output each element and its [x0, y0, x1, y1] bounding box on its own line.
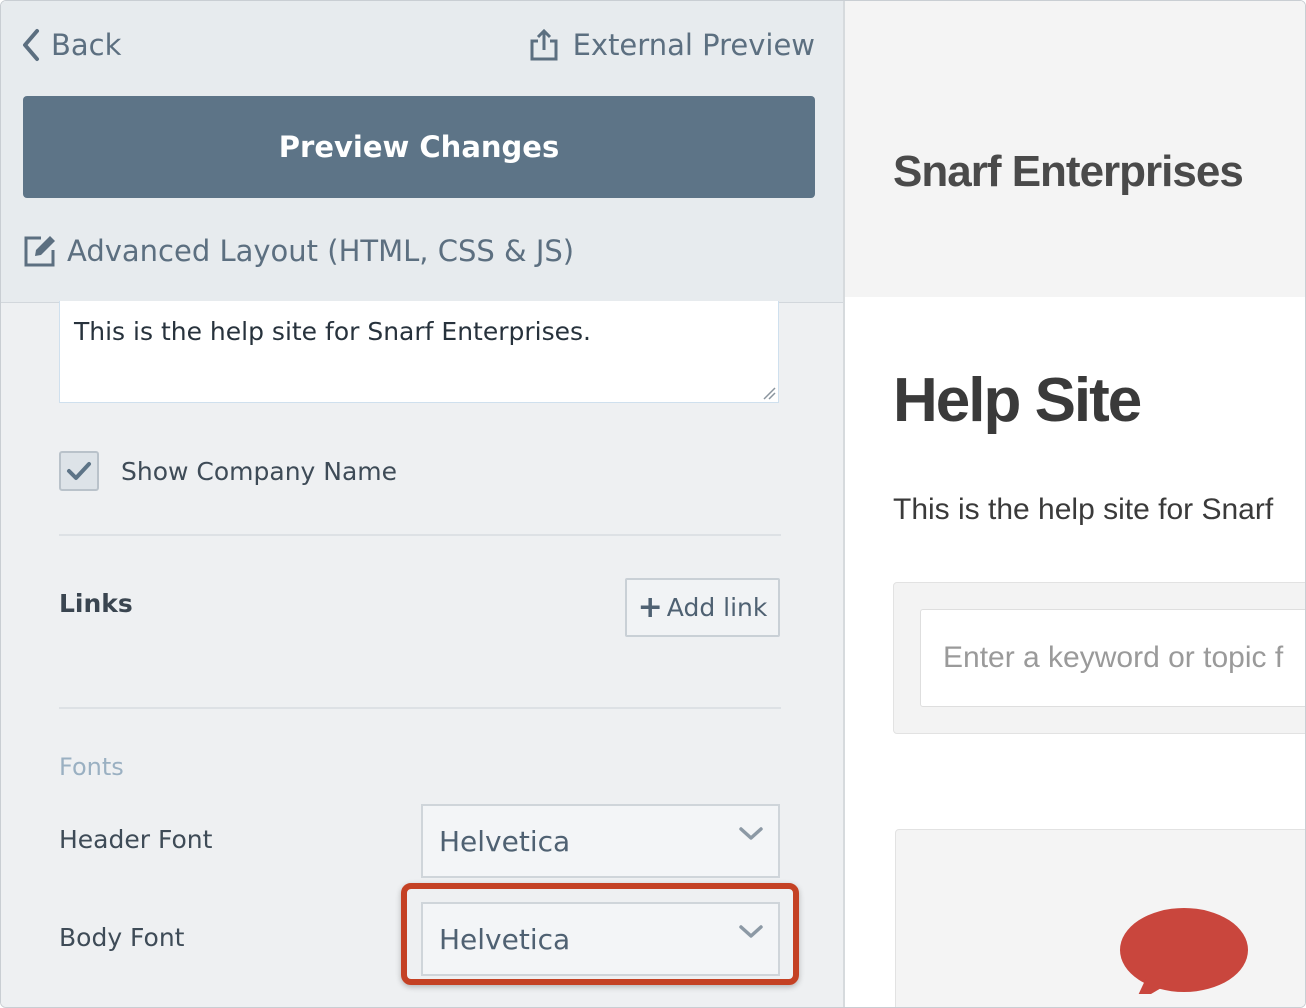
show-company-name-label: Show Company Name	[121, 456, 398, 486]
header-font-value: Helvetica	[439, 824, 571, 858]
resize-handle-icon[interactable]	[762, 386, 776, 400]
search-container: Enter a keyword or topic f	[893, 582, 1305, 734]
settings-toolbar: Back External Preview Preview Changes Ad…	[1, 1, 843, 303]
external-preview-button[interactable]: External Preview	[529, 23, 815, 67]
description-value: This is the help site for Snarf Enterpri…	[74, 317, 591, 346]
body-font-label: Body Font	[59, 923, 185, 952]
preview-header: Snarf Enterprises	[845, 1, 1305, 297]
description-textarea[interactable]: This is the help site for Snarf Enterpri…	[59, 301, 779, 403]
back-label: Back	[51, 28, 122, 62]
app-window: Back External Preview Preview Changes Ad…	[0, 0, 1306, 1008]
header-font-label: Header Font	[59, 825, 213, 854]
fonts-heading: Fonts	[59, 753, 124, 781]
share-icon	[530, 28, 558, 61]
add-link-button[interactable]: + Add link	[625, 578, 780, 637]
help-site-description: This is the help site for Snarf	[893, 493, 1274, 526]
checkmark-icon	[67, 462, 91, 480]
company-name: Snarf Enterprises	[893, 147, 1244, 196]
show-company-name-checkbox[interactable]	[59, 451, 99, 491]
add-link-label: Add link	[666, 593, 768, 622]
header-font-select[interactable]: Helvetica	[421, 804, 780, 878]
category-card[interactable]	[895, 829, 1305, 1007]
speech-bubble-icon	[1120, 908, 1248, 994]
divider	[59, 534, 781, 536]
advanced-layout-label: Advanced Layout (HTML, CSS & JS)	[67, 234, 575, 268]
divider	[59, 707, 781, 709]
chevron-left-icon	[23, 29, 39, 61]
plus-icon: +	[637, 590, 663, 625]
external-preview-label: External Preview	[572, 28, 815, 62]
links-label: Links	[59, 589, 133, 618]
preview-changes-button[interactable]: Preview Changes	[23, 96, 815, 198]
back-button[interactable]: Back	[21, 23, 121, 67]
advanced-layout-link[interactable]: Advanced Layout (HTML, CSS & JS)	[23, 229, 574, 273]
chevron-down-icon	[739, 827, 763, 840]
help-site-title: Help Site	[893, 366, 1142, 435]
site-preview: Snarf Enterprises Help Site This is the …	[845, 1, 1305, 1007]
body-font-highlight	[401, 883, 799, 985]
search-input[interactable]: Enter a keyword or topic f	[920, 609, 1305, 707]
settings-panel: Back External Preview Preview Changes Ad…	[1, 1, 845, 1007]
edit-icon	[24, 236, 55, 267]
show-company-name-row: Show Company Name	[59, 449, 397, 493]
